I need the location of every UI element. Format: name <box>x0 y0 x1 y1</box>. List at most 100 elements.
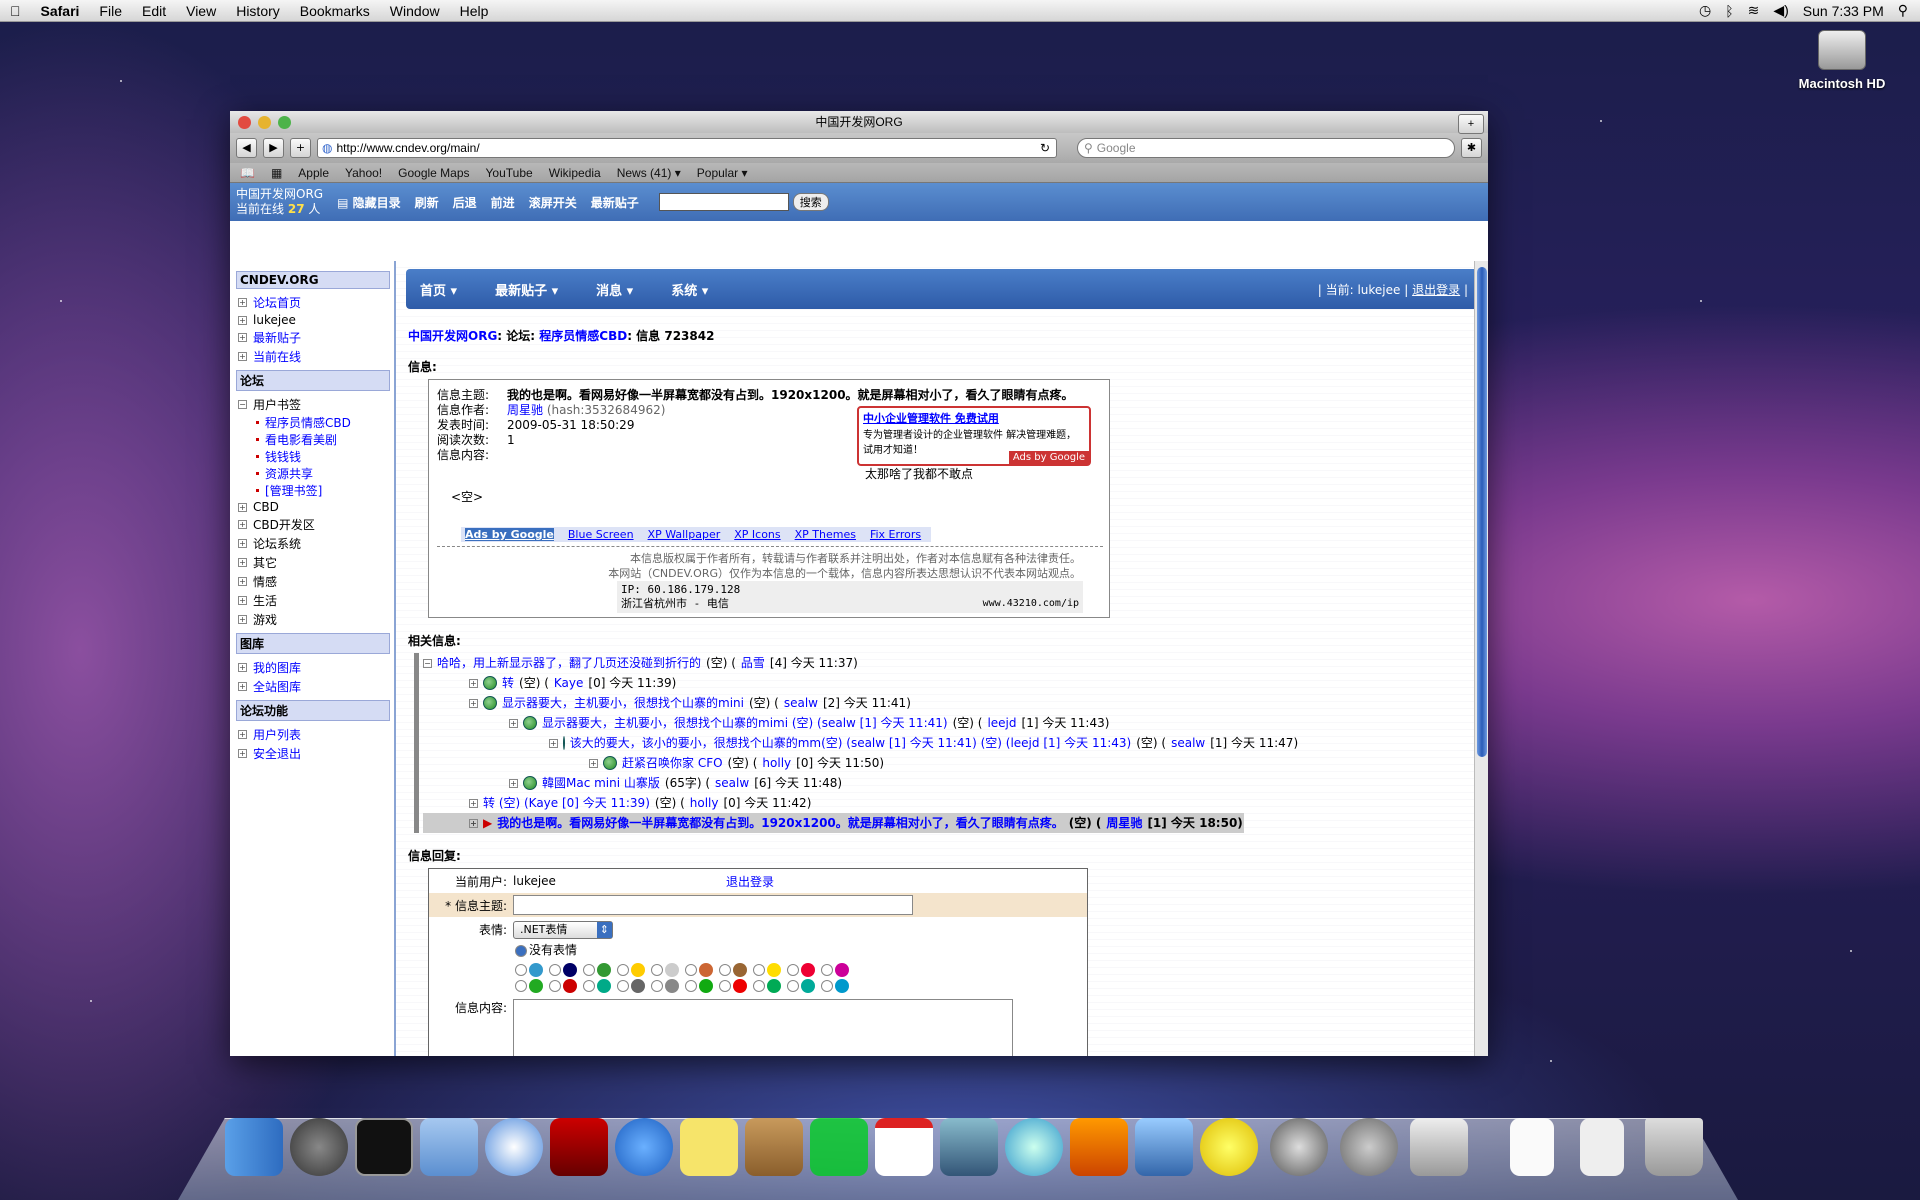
sidebar-all-gallery[interactable]: + 全站图库 <box>234 677 390 696</box>
related-title[interactable]: 赶紧召唤你家 CFO <box>622 753 723 773</box>
zoom-button[interactable] <box>278 116 291 129</box>
terminal-icon[interactable] <box>355 1118 413 1176</box>
related-item[interactable]: + 转 (空) (Kaye [0] 今天 11:39) (空) (holly [0] … <box>423 793 1244 813</box>
itunes-icon[interactable] <box>1005 1118 1063 1176</box>
menu-view[interactable]: View <box>176 3 226 19</box>
ad-title[interactable]: 中小企业管理软件 免费试用 <box>863 410 1085 426</box>
breadcrumb-forum[interactable]: 程序员情感CBD <box>539 329 627 343</box>
related-user[interactable]: holly <box>690 793 719 813</box>
expand-toggle[interactable]: + <box>549 738 558 748</box>
ad-link[interactable]: Ads by Google <box>465 528 554 541</box>
book-icon[interactable]: 📖 <box>240 166 255 180</box>
related-item[interactable]: + 韓國Mac mini 山寨版 (65字) (sealw [6] 今天 11:48) <box>423 773 1244 793</box>
nav-logout-link[interactable]: 退出登录 <box>1412 283 1460 297</box>
finder-icon[interactable] <box>225 1118 283 1176</box>
related-title[interactable]: 转 (空) (Kaye [0] 今天 11:39) <box>483 793 650 813</box>
address-bar[interactable]: ◍ http://www.cndev.org/main/ ↻ <box>317 138 1057 158</box>
forward-button[interactable]: ▶ <box>263 138 284 158</box>
grid-icon[interactable]: ▦ <box>271 166 282 180</box>
scroll-toggle[interactable]: 滚屏开关 <box>529 194 577 211</box>
sidebar-forum[interactable]: + 游戏 <box>234 610 390 629</box>
expand-toggle[interactable]: + <box>509 778 518 788</box>
ad-link[interactable]: Blue Screen <box>568 528 634 541</box>
breadcrumb-site[interactable]: 中国开发网ORG <box>408 329 497 343</box>
back-button[interactable]: ◀ <box>236 138 257 158</box>
nav-home[interactable]: 首页 ▾ <box>420 280 457 299</box>
cyberduck-icon[interactable] <box>1200 1118 1258 1176</box>
pdf-document-icon[interactable] <box>1510 1118 1554 1176</box>
emotion-radio[interactable] <box>821 980 833 992</box>
reload-icon[interactable]: ↻ <box>1040 141 1050 155</box>
photo-booth-icon[interactable] <box>550 1118 608 1176</box>
menu-edit[interactable]: Edit <box>132 3 176 19</box>
bookmark-google-maps[interactable]: Google Maps <box>398 166 469 180</box>
menu-app-safari[interactable]: Safari <box>31 3 90 19</box>
emotion-radio[interactable] <box>753 963 765 976</box>
related-user[interactable]: sealw <box>1171 733 1205 753</box>
sidebar-bookmark[interactable]: 资源共享 <box>234 465 390 482</box>
document-icon[interactable] <box>1580 1118 1624 1176</box>
related-user[interactable]: holly <box>762 753 791 773</box>
expand-toggle[interactable]: + <box>589 758 598 768</box>
sidebar-my-gallery[interactable]: + 我的图库 <box>234 658 390 677</box>
sidebar-item-latest[interactable]: + 最新贴子 <box>234 328 390 347</box>
related-item[interactable]: + 转 (空) (Kaye [0] 今天 11:39) <box>423 673 1244 693</box>
related-title[interactable]: 我的也是啊。看网易好像一半屏幕宽都没有占到。1920x1200。就是屏幕相对小了… <box>497 813 1064 833</box>
emotion-radio[interactable] <box>549 963 561 976</box>
bookmark-wikipedia[interactable]: Wikipedia <box>549 166 601 180</box>
downloads-icon[interactable] <box>1410 1118 1468 1176</box>
sidebar-bookmark[interactable]: 钱钱钱 <box>234 448 390 465</box>
sidebar-bookmark[interactable]: 看电影看美剧 <box>234 431 390 448</box>
xcode-icon[interactable] <box>1135 1118 1193 1176</box>
time-machine-dock-icon[interactable] <box>1270 1118 1328 1176</box>
ad-link[interactable]: XP Wallpaper <box>648 528 721 541</box>
sidebar-bookmark[interactable]: 程序员情感CBD <box>234 414 390 431</box>
expand-toggle[interactable]: − <box>423 658 432 668</box>
ad-link[interactable]: XP Icons <box>734 528 780 541</box>
related-user[interactable]: 周星驰 <box>1106 813 1142 833</box>
google-search-field[interactable]: ⚲ Google <box>1077 138 1455 158</box>
time-machine-icon[interactable]: ◷ <box>1699 2 1711 19</box>
back-link[interactable]: 后退 <box>453 194 477 211</box>
emotion-radio[interactable] <box>719 963 731 976</box>
related-title[interactable]: 哈哈，用上新显示器了，翻了几页还没碰到折行的 <box>437 653 701 673</box>
expand-toggle[interactable]: + <box>469 798 478 808</box>
emotion-radio[interactable] <box>549 980 561 992</box>
emotion-radio[interactable] <box>719 980 731 992</box>
emotion-radio[interactable] <box>685 980 697 992</box>
emotion-radio[interactable] <box>515 980 527 992</box>
new-tab-button[interactable]: + <box>1458 114 1484 134</box>
debug-bug-button[interactable]: ✱ <box>1461 138 1482 158</box>
site-search-button[interactable]: 搜索 <box>792 193 829 211</box>
emotion-radio[interactable] <box>583 980 595 992</box>
stickies-icon[interactable] <box>680 1118 738 1176</box>
ical-icon[interactable] <box>875 1118 933 1176</box>
emotion-select[interactable]: .NET表情 ⇕ <box>513 921 613 939</box>
sidebar-item-bookmarks[interactable]: − 用户书签 <box>234 395 390 414</box>
related-title[interactable]: 显示器要大，主机要小，很想找个山寨的mimi (空) (sealw [1] 今天… <box>542 713 948 733</box>
menu-bookmarks[interactable]: Bookmarks <box>290 3 380 19</box>
ads-by-google-badge[interactable]: Ads by Google <box>1008 451 1089 464</box>
expand-toggle[interactable]: + <box>469 678 478 688</box>
ad-link[interactable]: XP Themes <box>795 528 856 541</box>
ichat-icon[interactable] <box>615 1118 673 1176</box>
hide-menu-button[interactable]: ▤ 隐藏目录 <box>337 194 401 211</box>
related-item[interactable]: + 显示器要大，主机要小，很想找个山寨的mimi (空) (sealw [1] 今… <box>423 713 1244 733</box>
sidebar-forum[interactable]: + CBD开发区 <box>234 515 390 534</box>
emotion-radio[interactable] <box>651 980 663 992</box>
emotion-radio[interactable] <box>787 980 799 992</box>
related-user[interactable]: 品雪 <box>741 653 765 673</box>
expand-toggle[interactable]: + <box>469 698 478 708</box>
scrollbar-thumb[interactable] <box>1477 267 1487 757</box>
address-book-icon[interactable] <box>745 1118 803 1176</box>
related-user[interactable]: sealw <box>715 773 749 793</box>
emotion-radio[interactable] <box>787 963 799 976</box>
latest-posts-link[interactable]: 最新贴子 <box>591 194 639 211</box>
related-user[interactable]: leejd <box>987 713 1016 733</box>
bookmark-youtube[interactable]: YouTube <box>486 166 533 180</box>
close-button[interactable] <box>238 116 251 129</box>
trash-icon[interactable] <box>1645 1118 1703 1176</box>
message-author[interactable]: 周星驰 <box>507 403 543 418</box>
add-bookmark-button[interactable]: + <box>290 138 311 158</box>
related-user[interactable]: Kaye <box>554 673 584 693</box>
